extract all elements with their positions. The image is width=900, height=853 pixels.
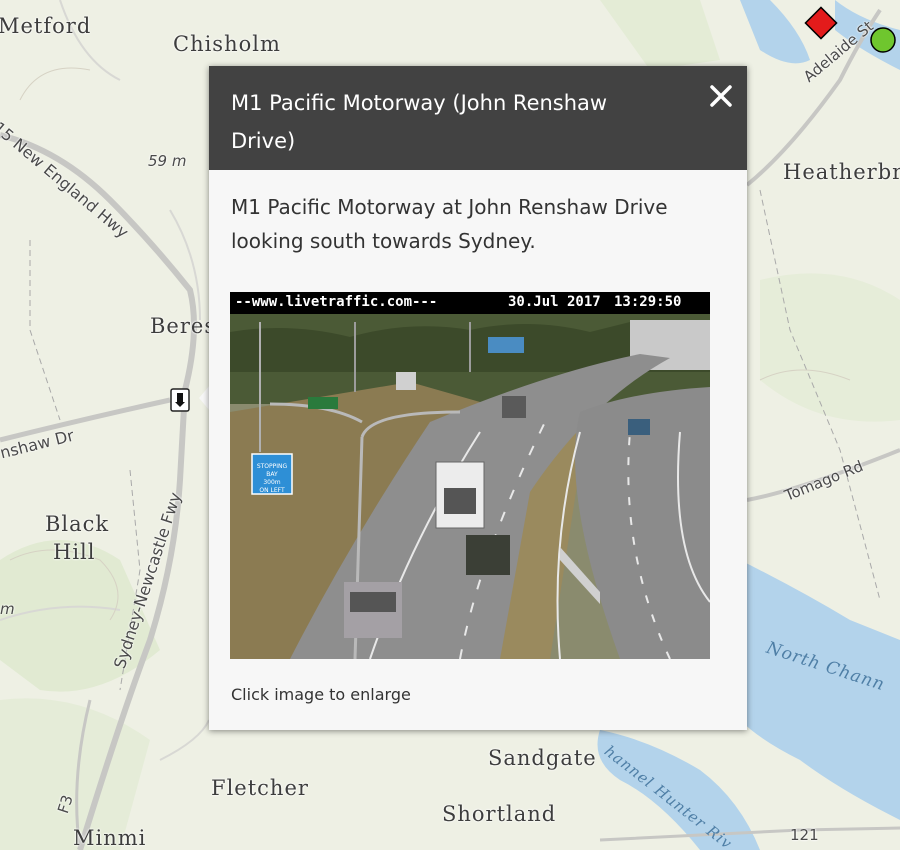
- svg-text:STOPPING: STOPPING: [257, 463, 288, 470]
- popup-header: M1 Pacific Motorway (John Renshaw Drive): [209, 66, 747, 170]
- camera-time: 13:29:50: [614, 294, 682, 310]
- camera-marker-icon[interactable]: [170, 388, 190, 412]
- svg-text:BAY: BAY: [266, 471, 278, 478]
- svg-text:300m: 300m: [263, 479, 280, 486]
- map-label-shortland: Shortland: [442, 802, 557, 826]
- camera-popup: M1 Pacific Motorway (John Renshaw Drive)…: [209, 66, 747, 730]
- map-label-fletcher: Fletcher: [211, 776, 309, 800]
- popup-title: M1 Pacific Motorway (John Renshaw Drive): [231, 91, 608, 153]
- camera-image[interactable]: STOPPING BAY 300m ON LEFT --www.livetraf…: [230, 292, 710, 659]
- camera-date: 30.Jul 2017: [508, 294, 601, 310]
- map-label-beresfield: Beres: [150, 314, 217, 338]
- map-label-black: Black: [45, 512, 110, 536]
- elevation-label-59m: 59 m: [148, 152, 187, 170]
- popup-footer-hint: Click image to enlarge: [231, 685, 411, 704]
- map-label-minmi: Minmi: [73, 826, 147, 850]
- camera-source-url: --www.livetraffic.com---: [235, 294, 438, 310]
- camera-timestamp-bar: --www.livetraffic.com--- 30.Jul 2017 13:…: [230, 292, 710, 314]
- popup-description: M1 Pacific Motorway at John Renshaw Driv…: [231, 195, 668, 253]
- close-icon[interactable]: [707, 82, 735, 110]
- camera-scene: STOPPING BAY 300m ON LEFT: [230, 292, 710, 659]
- map-label-chisholm: Chisholm: [173, 32, 281, 56]
- map-label-metford: Metford: [0, 14, 92, 38]
- map-label-heatherbrae: Heatherbra: [783, 160, 900, 184]
- elevation-label-left: m: [0, 600, 15, 618]
- road-label-121: 121: [790, 826, 819, 844]
- map-label-sandgate: Sandgate: [488, 746, 597, 770]
- svg-text:ON LEFT: ON LEFT: [259, 487, 285, 494]
- map-label-hill: Hill: [53, 540, 96, 564]
